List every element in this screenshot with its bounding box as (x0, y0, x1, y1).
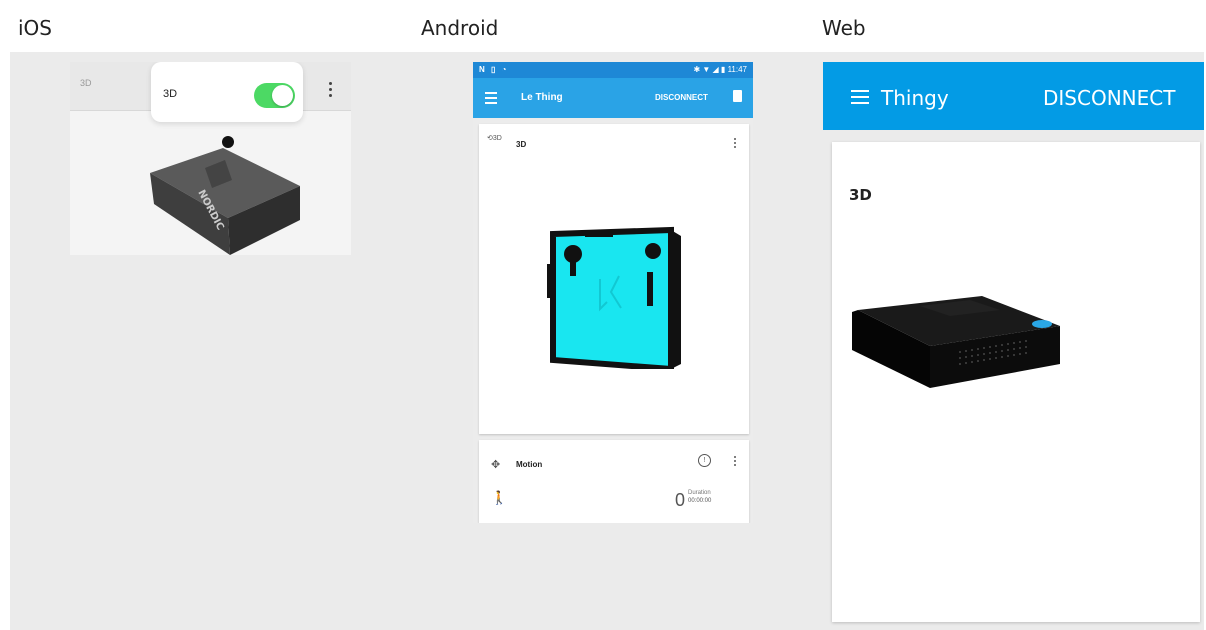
android-motion-title: Motion (516, 460, 543, 469)
android-column-label: Android (421, 16, 499, 40)
android-3d-card-title: 3D (516, 140, 527, 149)
android-app-bar: Le Thing DISCONNECT (473, 78, 753, 118)
android-app-title: Le Thing (521, 92, 563, 103)
motion-icon: ✥ (491, 459, 501, 471)
status-time: 11:47 (727, 65, 747, 74)
menu-icon[interactable] (851, 90, 869, 108)
kebab-icon[interactable] (734, 138, 737, 150)
web-3d-card: 3D (832, 142, 1200, 622)
android-disconnect-button[interactable]: DISCONNECT (655, 93, 708, 102)
step-count: 0 (675, 490, 686, 510)
kebab-icon[interactable] (734, 456, 737, 468)
rotate-3d-icon: ⟲3D (487, 135, 502, 142)
walk-icon: 🚶 (491, 490, 508, 505)
info-icon[interactable]: ! (698, 454, 711, 467)
ios-3d-device-model[interactable]: NORDIC (150, 128, 300, 255)
ios-3d-option-label: 3D (163, 88, 178, 100)
web-app-bar: Thingy DISCONNECT (823, 62, 1204, 130)
ios-3d-toggle[interactable] (254, 83, 295, 108)
web-3d-card-title: 3D (849, 186, 872, 204)
status-right: ✱ ▼ ◢ ▮ 11:47 (693, 65, 747, 74)
menu-icon[interactable] (485, 92, 497, 107)
ios-options-popover: 3D (151, 62, 303, 122)
trash-icon[interactable] (733, 90, 742, 102)
status-notification-icons: N ▯ ◔ (479, 65, 509, 74)
android-status-bar: N ▯ ◔ ✱ ▼ ◢ ▮ 11:47 (473, 62, 753, 78)
kebab-icon[interactable] (328, 82, 334, 102)
ios-column-label: iOS (18, 16, 52, 40)
android-screen: N ▯ ◔ ✱ ▼ ◢ ▮ 11:47 Le Thing DISCONNECT … (473, 62, 753, 523)
web-app-title: Thingy (881, 86, 949, 110)
web-disconnect-button[interactable]: DISCONNECT (1043, 86, 1175, 110)
ios-screen: 3D NORDIC 3D (70, 62, 351, 255)
android-3d-device-model[interactable] (545, 224, 685, 369)
web-3d-device-model[interactable] (850, 292, 1070, 392)
toggle-knob (272, 85, 293, 106)
duration-value: 00:00:00 (688, 498, 712, 504)
web-column-label: Web (822, 16, 866, 40)
android-motion-card: ✥ Motion ! 🚶 0 Duration 00:00:00 (479, 440, 749, 523)
duration-label: Duration (688, 490, 711, 496)
ios-card-title: 3D (80, 78, 92, 88)
android-3d-card: ⟲3D 3D (479, 124, 749, 434)
